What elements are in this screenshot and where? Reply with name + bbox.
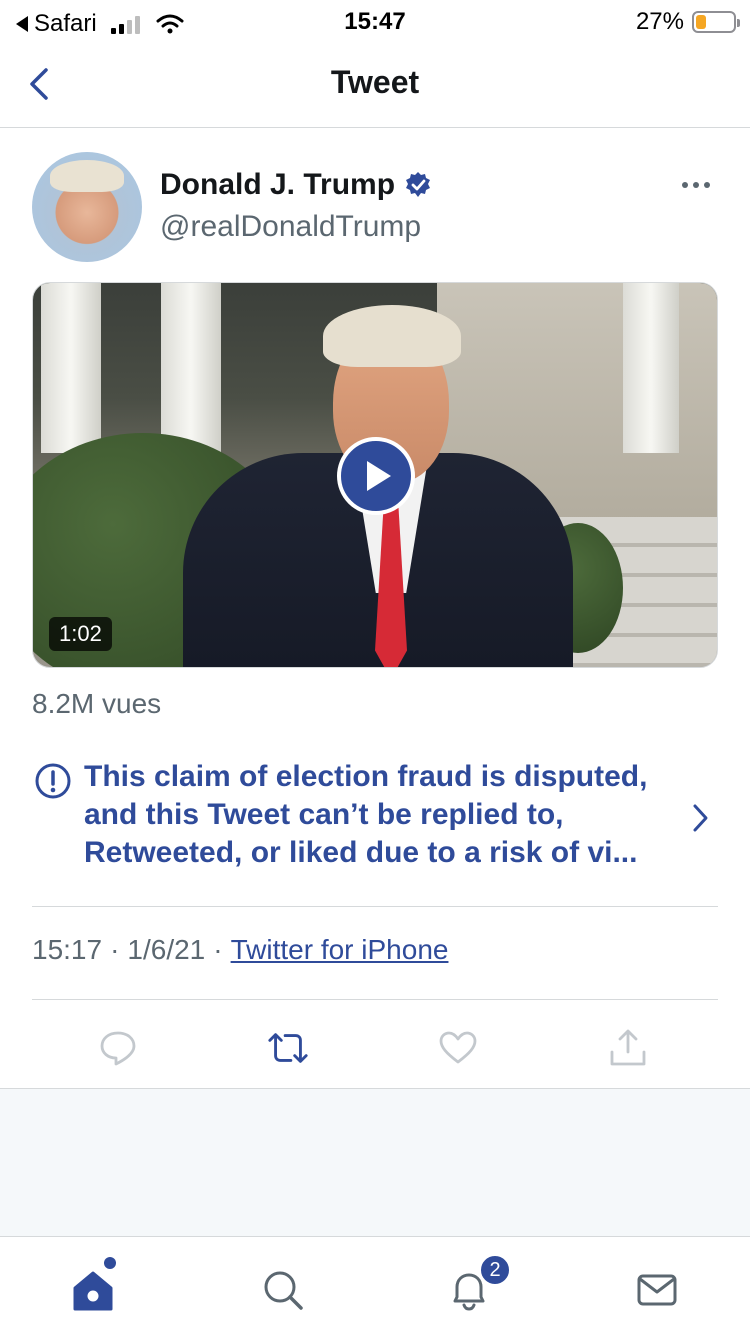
- mail-icon: [637, 1274, 677, 1306]
- heart-icon: [439, 1031, 477, 1064]
- verified-badge-icon: [406, 172, 431, 197]
- share-icon: [610, 1029, 646, 1066]
- chevron-right-icon: [693, 804, 708, 832]
- retweet-button[interactable]: [266, 1026, 310, 1070]
- tweet-timestamp-row: 15:17 · 1/6/21 · Twitter for iPhone: [32, 934, 448, 966]
- column-shape: [623, 283, 679, 453]
- author-handle[interactable]: @realDonaldTrump: [160, 210, 421, 244]
- battery-fill: [696, 15, 706, 29]
- view-count: 8.2M vues: [32, 688, 162, 719]
- empty-replies-area: [0, 1088, 750, 1236]
- battery-percent: 27%: [635, 8, 684, 35]
- notifications-badge: 2: [478, 1253, 512, 1287]
- separator: ·: [110, 934, 120, 965]
- search-icon: [264, 1271, 303, 1310]
- tweet-date: 1/6/21: [127, 934, 206, 965]
- bottom-tab-bar: 2: [0, 1236, 750, 1334]
- more-dot-icon: [693, 182, 699, 188]
- battery-icon: [692, 11, 740, 33]
- avatar-hair-shape: [50, 160, 124, 192]
- battery-indicator: 27%: [635, 8, 740, 36]
- tweet-actions: [32, 1020, 718, 1074]
- page-title: Tweet: [330, 64, 420, 100]
- tweet-source-link[interactable]: Twitter for iPhone: [231, 934, 449, 966]
- column-shape: [41, 283, 101, 453]
- tab-home[interactable]: [66, 1263, 120, 1317]
- author-name-row[interactable]: Donald J. Trump: [160, 168, 433, 202]
- play-icon: [367, 461, 391, 491]
- video-thumbnail[interactable]: 1:02: [32, 282, 718, 668]
- status-bar: Safari 15:47 27%: [0, 0, 750, 40]
- avatar[interactable]: [32, 152, 142, 262]
- notice-text: This claim of election fraud is disputed…: [84, 760, 648, 869]
- tab-messages[interactable]: [630, 1263, 684, 1317]
- more-dot-icon: [704, 182, 710, 188]
- reply-button[interactable]: [96, 1026, 140, 1070]
- tab-search[interactable]: [256, 1263, 310, 1317]
- more-options-button[interactable]: [678, 178, 714, 192]
- divider: [32, 999, 718, 1000]
- divider: [32, 906, 718, 907]
- video-duration: 1:02: [49, 617, 112, 651]
- person-hair-shape: [323, 305, 461, 367]
- reply-icon: [100, 1031, 136, 1066]
- author-name: Donald J. Trump: [160, 168, 396, 201]
- separator: ·: [213, 934, 223, 965]
- tweet-detail-screen: Safari 15:47 27% Tweet Donald J. Trump @…: [0, 0, 750, 1334]
- more-dot-icon: [682, 182, 688, 188]
- share-button[interactable]: [606, 1026, 650, 1070]
- like-button[interactable]: [436, 1026, 480, 1070]
- play-button[interactable]: [337, 437, 415, 515]
- nav-bar: Tweet: [0, 40, 750, 128]
- home-icon: [73, 1271, 113, 1311]
- tweet-time: 15:17: [32, 934, 103, 965]
- exclamation-circle-icon: [35, 763, 71, 799]
- retweet-icon: [268, 1033, 308, 1063]
- column-shape: [161, 283, 221, 453]
- disputed-claim-notice[interactable]: This claim of election fraud is disputed…: [32, 758, 718, 878]
